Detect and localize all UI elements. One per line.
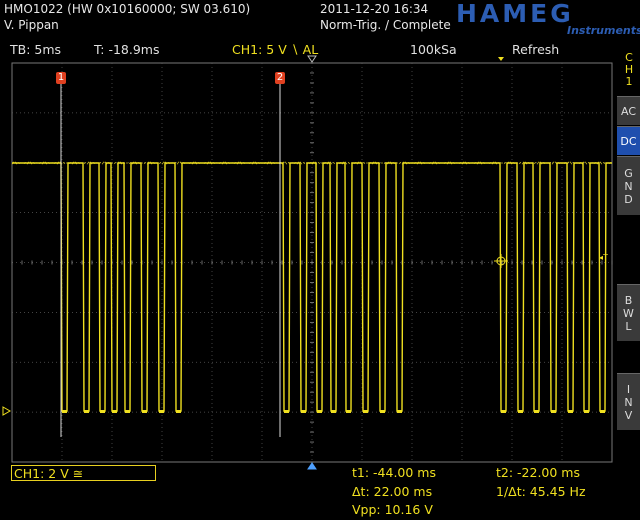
pulse-low-segment: [534, 410, 539, 413]
cursor-2-marker[interactable]: 2: [275, 72, 285, 84]
pulse-low-segment: [112, 410, 117, 413]
memory-position-marker: [307, 462, 317, 470]
pulse-low-segment: [363, 410, 368, 413]
channel-scale-box[interactable]: CH1: 2 V ≅: [11, 465, 156, 481]
cursor-inverse-delta-t: 1/Δt: 45.45 Hz: [496, 484, 586, 499]
pulse-low-segment: [84, 410, 89, 413]
cursor-1-label: 1: [57, 72, 65, 83]
bandwidth-limit-button[interactable]: B W L: [617, 284, 640, 341]
pulse-low-segment: [397, 410, 402, 413]
trigger-position-marker: [307, 55, 317, 63]
measurement-vpp: Vpp: 10.16 V: [352, 502, 433, 517]
ch1-ground-marker: [2, 406, 12, 416]
pulse-low-segment: [331, 410, 336, 413]
pulse-low-segment: [100, 410, 105, 413]
trigger-marker-top: [498, 57, 504, 61]
pulse-low-segment: [142, 410, 147, 413]
pulse-low-segment: [551, 410, 556, 413]
pulse-low-segment: [284, 410, 289, 413]
pulse-low-segment: [62, 410, 67, 413]
cursor-1-marker[interactable]: 1: [56, 72, 66, 84]
invert-button[interactable]: I N V: [617, 373, 640, 430]
waveform-display[interactable]: [0, 0, 640, 520]
trigger-level-marker[interactable]: ◂T: [599, 253, 608, 263]
cursor-delta-t: Δt: 22.00 ms: [352, 484, 433, 499]
graticule-grid: [2, 55, 613, 470]
cursor-2-label: 2: [276, 72, 284, 83]
pulse-low-segment: [584, 410, 589, 413]
cursor-t2: t2: -22.00 ms: [496, 465, 580, 480]
pulse-low-segment: [501, 410, 506, 413]
pulse-low-segment: [176, 410, 181, 413]
trigger-marker-label: T: [603, 253, 608, 262]
coupling-gnd-button[interactable]: G N D: [617, 156, 640, 215]
pulse-low-segment: [380, 410, 385, 413]
pulse-low-segment: [518, 410, 523, 413]
cursor-t1: t1: -44.00 ms: [352, 465, 436, 480]
pulse-low-segment: [301, 410, 306, 413]
pulse-low-segment: [317, 410, 322, 413]
side-channel-label: C H 1: [624, 51, 634, 88]
pulse-low-segment: [159, 410, 164, 413]
pulse-low-segment: [125, 410, 130, 413]
coupling-dc-button[interactable]: DC: [617, 126, 640, 155]
pulse-low-segment: [346, 410, 351, 413]
coupling-ac-button[interactable]: AC: [617, 96, 640, 125]
pulse-low-segment: [568, 410, 573, 413]
pulse-low-segment: [600, 410, 605, 413]
